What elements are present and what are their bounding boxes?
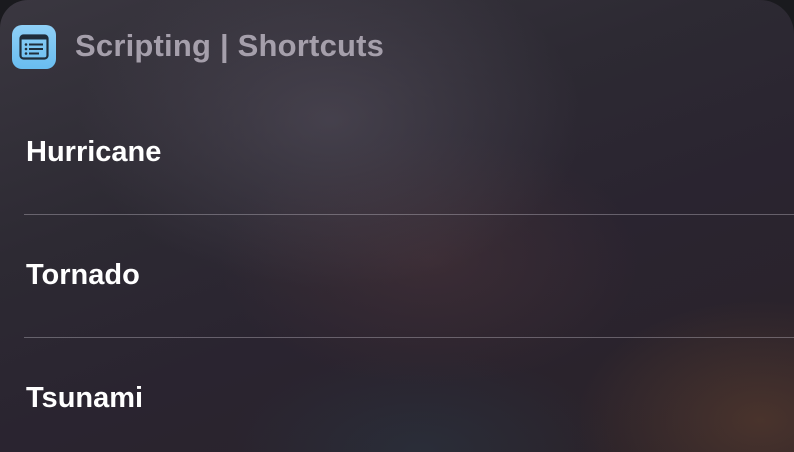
scripting-app-icon bbox=[12, 25, 56, 69]
shortcut-menu-panel: Scripting | Shortcuts Hurricane Tornado … bbox=[0, 0, 794, 452]
option-label: Tornado bbox=[26, 259, 140, 291]
option-hurricane[interactable]: Hurricane bbox=[0, 92, 794, 215]
menu-header: Scripting | Shortcuts bbox=[0, 0, 794, 96]
option-tornado[interactable]: Tornado bbox=[0, 215, 794, 338]
option-tsunami[interactable]: Tsunami bbox=[0, 338, 794, 452]
menu-title: Scripting | Shortcuts bbox=[75, 28, 385, 63]
option-label: Hurricane bbox=[26, 136, 162, 168]
document-list-icon bbox=[19, 34, 49, 60]
option-label: Tsunami bbox=[26, 382, 144, 414]
shortcut-options-list: Hurricane Tornado Tsunami bbox=[0, 92, 794, 452]
